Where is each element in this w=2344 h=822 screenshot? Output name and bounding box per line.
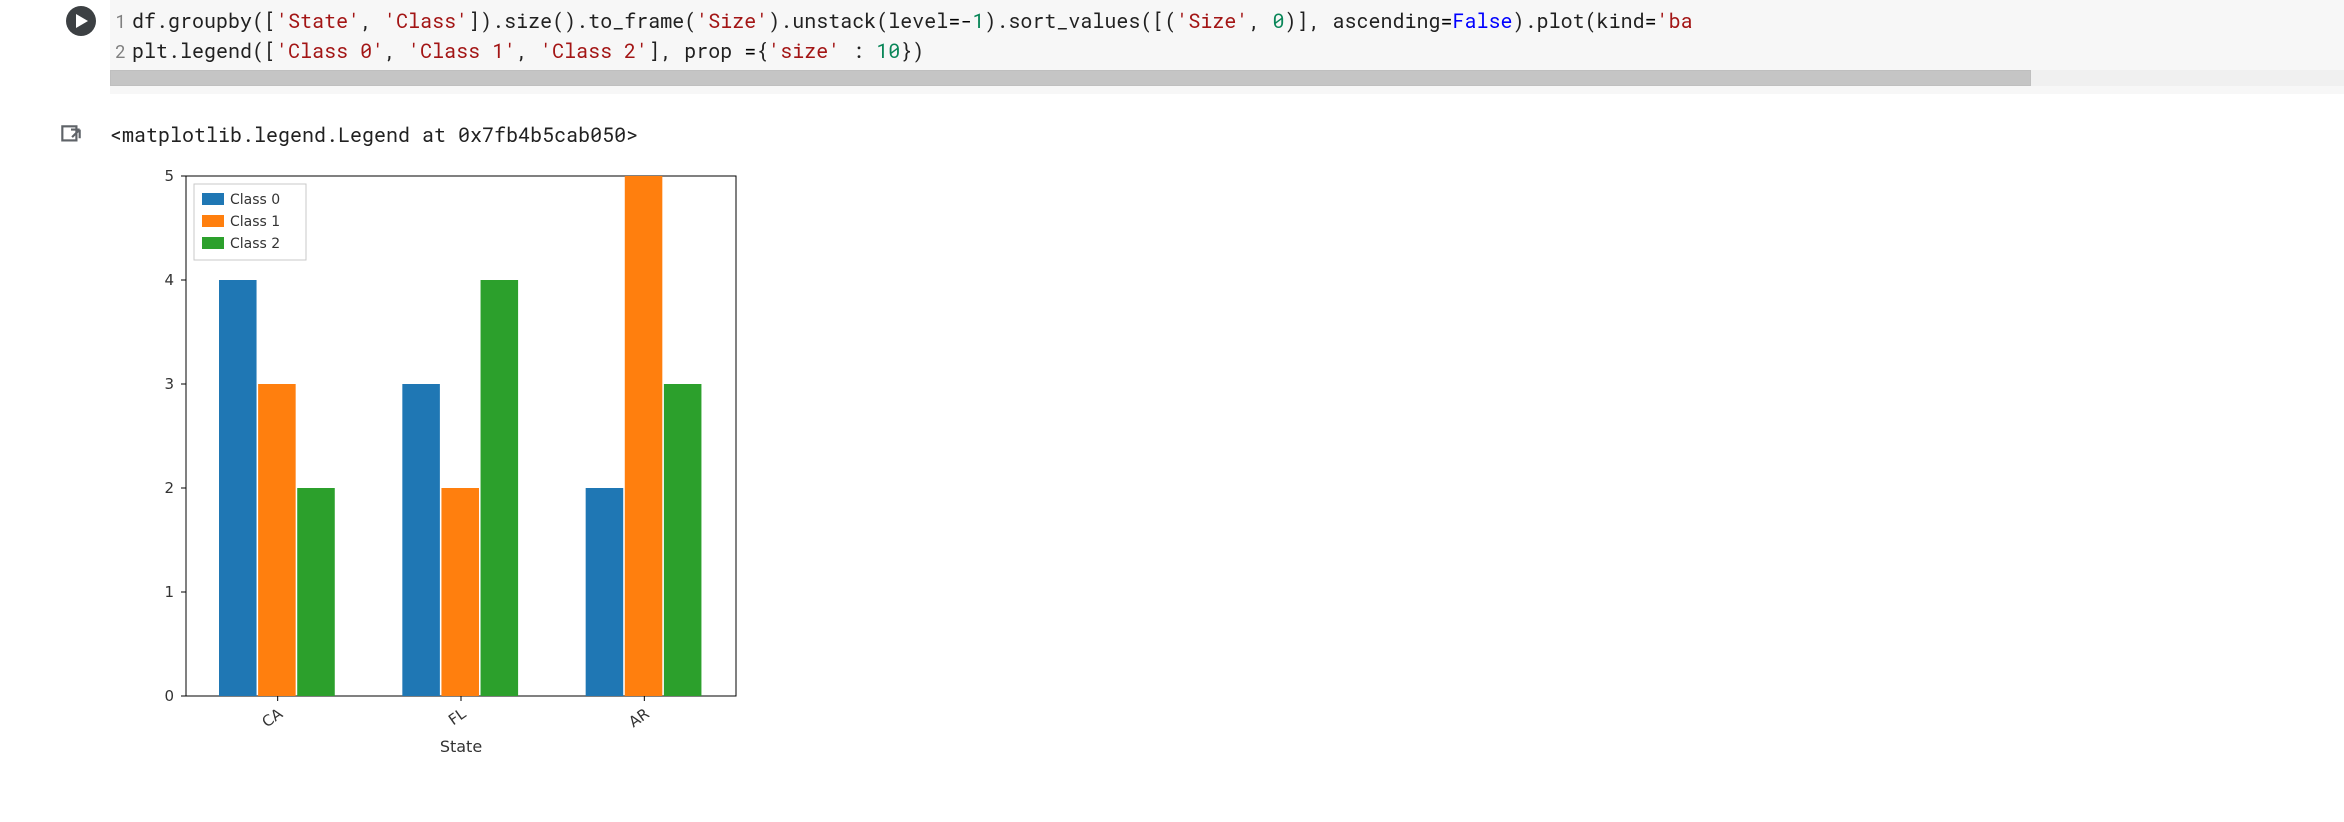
horizontal-scrollbar[interactable] (110, 70, 2344, 86)
xticklabel: AR (625, 705, 652, 732)
code-text[interactable]: plt.legend(['Class 0', 'Class 1', 'Class… (132, 36, 924, 66)
xticklabel: FL (445, 704, 470, 729)
line-number: 2 (110, 36, 132, 66)
output-icon[interactable] (58, 122, 84, 148)
bar (481, 280, 519, 696)
output-gutter (0, 122, 110, 148)
bar (402, 384, 440, 696)
code-line: 1df.groupby(['State', 'Class']).size().t… (110, 6, 2344, 36)
line-number: 1 (110, 6, 132, 36)
bar (441, 488, 479, 696)
yticklabel: 2 (164, 479, 174, 497)
bar (258, 384, 296, 696)
bar (219, 280, 257, 696)
code-line: 2plt.legend(['Class 0', 'Class 1', 'Clas… (110, 36, 2344, 66)
chart: 0 1 2 3 4 5 CA FL AR State Class 0 Class 1 Class 2 (116, 166, 2344, 766)
bar (586, 488, 624, 696)
yticklabel: 4 (164, 271, 174, 289)
output-repr: <matplotlib.legend.Legend at 0x7fb4b5cab… (110, 122, 2344, 148)
legend-swatch (202, 193, 224, 205)
bar (625, 176, 663, 696)
yticklabel: 0 (164, 687, 174, 705)
bar (297, 488, 335, 696)
output-cell: <matplotlib.legend.Legend at 0x7fb4b5cab… (0, 122, 2344, 766)
yticklabel: 1 (164, 583, 174, 601)
chart-svg: 0 1 2 3 4 5 CA FL AR State Class 0 Class 1 Class 2 (116, 166, 756, 766)
yticklabel: 3 (164, 375, 174, 393)
xlabel: State (440, 737, 482, 756)
legend-label: Class 1 (230, 214, 280, 230)
yticklabel: 5 (164, 167, 174, 185)
legend-label: Class 0 (230, 192, 280, 208)
scroll-thumb[interactable] (110, 70, 2031, 86)
play-icon (74, 14, 88, 28)
legend-swatch (202, 215, 224, 227)
code-text[interactable]: df.groupby(['State', 'Class']).size().to… (132, 6, 1693, 36)
legend-swatch (202, 237, 224, 249)
run-gutter (0, 0, 110, 36)
bar (664, 384, 702, 696)
run-button[interactable] (66, 6, 96, 36)
code-cell: 1df.groupby(['State', 'Class']).size().t… (0, 0, 2344, 94)
cell-output-open-icon (58, 122, 84, 148)
code-editor[interactable]: 1df.groupby(['State', 'Class']).size().t… (110, 0, 2344, 94)
legend-label: Class 2 (230, 236, 280, 252)
xticklabel: CA (259, 704, 287, 731)
